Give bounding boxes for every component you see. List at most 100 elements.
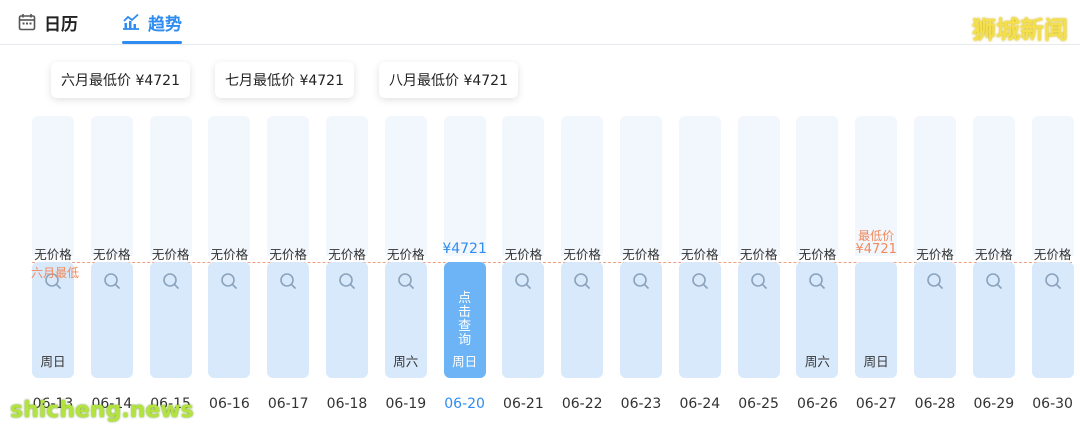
day-query-button-06-22[interactable] xyxy=(561,262,604,378)
day-weekday: 周六 xyxy=(804,354,830,369)
search-icon xyxy=(397,273,414,290)
day-price: 无价格 xyxy=(504,247,543,262)
tab-trend-label: 趋势 xyxy=(148,14,182,35)
day-query-button-06-21[interactable] xyxy=(502,262,545,378)
day-date: 06-26 xyxy=(797,396,838,412)
day-query-button-06-25[interactable] xyxy=(737,262,780,378)
day-bar-top xyxy=(502,116,545,256)
day-price: ¥4721 xyxy=(442,241,487,257)
day-price: 无价格 xyxy=(93,247,131,262)
month-card-august[interactable]: 八月最低价 ¥4721 xyxy=(379,62,518,98)
calendar-icon xyxy=(18,14,36,31)
day-date: 06-18 xyxy=(326,396,368,412)
search-icon xyxy=(515,273,532,290)
day-weekday: 周日 xyxy=(40,354,66,369)
day-price: 无价格 xyxy=(151,247,190,262)
day-bar-top xyxy=(267,116,310,256)
day-date: 06-21 xyxy=(503,396,544,412)
day-date: 06-16 xyxy=(209,396,250,412)
day-bar-top xyxy=(561,116,604,256)
day-price: 无价格 xyxy=(916,247,954,262)
day-query-button-06-15[interactable] xyxy=(149,262,192,378)
day-bar-top xyxy=(620,116,662,256)
day-date: 06-28 xyxy=(914,396,956,412)
search-icon xyxy=(927,273,944,290)
day-bar-top xyxy=(149,116,192,256)
day-price: 无价格 xyxy=(563,247,601,262)
day-query-button-06-16[interactable] xyxy=(208,262,251,378)
day-date: 06-25 xyxy=(738,396,779,412)
day-bar-top xyxy=(678,116,721,256)
watermark-top: 狮城新闻 xyxy=(972,16,1068,44)
search-icon xyxy=(1044,273,1061,290)
day-price: 无价格 xyxy=(387,247,425,262)
day-price: 无价格 xyxy=(681,247,719,262)
day-bar-top xyxy=(32,116,74,256)
day-query-button-06-29[interactable] xyxy=(972,262,1015,378)
day-price: 无价格 xyxy=(328,247,366,262)
search-icon xyxy=(633,273,650,290)
june-lowest-label: 六月最低 xyxy=(31,266,80,280)
search-icon xyxy=(809,273,826,290)
day-price: 无价格 xyxy=(798,247,837,262)
tab-bar: 日历 趋势 xyxy=(0,0,1080,45)
day-query-button-06-26[interactable]: 周六 xyxy=(796,262,839,378)
search-icon xyxy=(985,273,1002,290)
day-weekday: 周六 xyxy=(393,354,419,369)
day-bar-top xyxy=(737,116,780,256)
day-price: 无价格 xyxy=(975,247,1013,262)
day-date: 06-24 xyxy=(679,396,721,412)
day-bar-top xyxy=(796,116,839,256)
tab-trend[interactable]: 趋势 xyxy=(122,8,182,44)
day-price: ¥4721 xyxy=(855,242,897,257)
day-date: 06-19 xyxy=(385,396,427,412)
search-icon xyxy=(574,273,591,290)
day-bar-top xyxy=(326,116,368,256)
search-icon xyxy=(221,273,238,290)
day-query-button-06-27[interactable]: 周日 xyxy=(855,262,898,378)
search-icon xyxy=(691,273,708,290)
search-icon xyxy=(750,273,767,290)
day-date: 06-22 xyxy=(561,396,603,412)
day-query-button-06-24[interactable] xyxy=(678,262,721,378)
day-query-button-06-19[interactable]: 周六 xyxy=(384,262,427,378)
day-date: 06-23 xyxy=(620,396,662,412)
search-icon xyxy=(103,273,120,290)
day-query-button-06-17[interactable] xyxy=(267,262,310,378)
day-bar-top xyxy=(1031,116,1074,256)
day-price: 无价格 xyxy=(622,247,660,262)
day-price: 无价格 xyxy=(34,247,72,262)
day-query-button-06-23[interactable] xyxy=(620,262,662,378)
watermark-bottom: shicheng.news xyxy=(10,398,194,423)
day-query-button-06-14[interactable] xyxy=(90,262,133,378)
day-query-button-06-20[interactable]: 点击查询 周日 xyxy=(443,262,486,378)
day-date: 06-27 xyxy=(855,396,897,412)
search-icon xyxy=(280,273,297,290)
day-date: 06-17 xyxy=(267,396,309,412)
click-to-query-label: 点击查询 xyxy=(458,291,472,348)
day-date: 06-29 xyxy=(973,396,1015,412)
day-date: 06-30 xyxy=(1032,396,1073,412)
day-bar-top xyxy=(208,116,251,256)
search-icon xyxy=(162,273,179,290)
day-bar-top xyxy=(90,116,133,256)
day-price: 无价格 xyxy=(210,247,249,262)
tab-calendar-label: 日历 xyxy=(44,14,78,35)
month-card-june[interactable]: 六月最低价 ¥4721 xyxy=(51,62,190,98)
day-bar-top xyxy=(914,116,956,256)
day-weekday: 周日 xyxy=(452,354,478,369)
day-date: 06-20 xyxy=(444,396,485,412)
day-query-button-06-28[interactable] xyxy=(914,262,956,378)
search-icon xyxy=(339,273,356,290)
day-bar-top xyxy=(443,116,486,256)
day-price: 无价格 xyxy=(1033,247,1072,262)
day-query-button-06-30[interactable] xyxy=(1031,262,1074,378)
day-weekday: 周日 xyxy=(863,354,889,369)
day-bar-top xyxy=(972,116,1015,256)
trend-chart-icon xyxy=(123,13,139,30)
day-query-button-06-18[interactable] xyxy=(326,262,368,378)
day-price: 无价格 xyxy=(739,247,778,262)
day-price: 无价格 xyxy=(269,247,307,262)
tab-calendar[interactable]: 日历 xyxy=(18,8,78,36)
month-card-july[interactable]: 七月最低价 ¥4721 xyxy=(215,62,354,98)
